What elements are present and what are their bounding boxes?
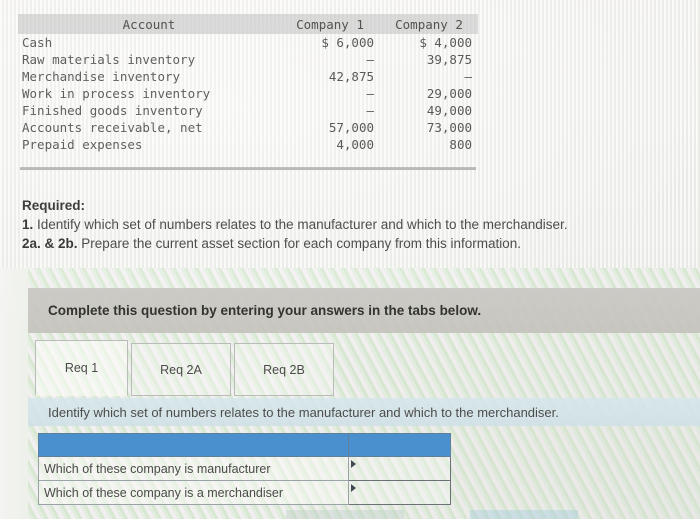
footer-button-left-partial[interactable]	[286, 510, 404, 519]
cell-account-name: Work in process inventory	[22, 86, 211, 101]
cell-company-1-value: 4,000	[336, 137, 374, 152]
cell-company-2-value: $ 4,000	[419, 35, 472, 50]
tab-req-3[interactable]: Req 2B	[234, 343, 334, 396]
required-item-1: 1. Identify which set of numbers relates…	[22, 215, 700, 234]
complete-question-text: Complete this question by entering your …	[48, 303, 482, 318]
cell-company-1-value: $ 6,000	[321, 35, 374, 50]
answer-grid: Which of these company is manufacturer Wh…	[38, 433, 451, 505]
complete-question-banner: Complete this question by entering your …	[28, 288, 700, 333]
table-row: Finished goods inventory – 49,000	[18, 102, 478, 119]
tab-label: Req 1	[64, 361, 99, 375]
tab-label: Req 2A	[160, 362, 202, 377]
accounts-data-table: Account Company 1 Company 2 Cash $ 6,000 $…	[18, 14, 478, 170]
table-row: Prepaid expenses 4,000 800	[18, 136, 478, 153]
cell-account-name: Accounts receivable, net	[22, 120, 203, 135]
cell-company-2-value: 800	[449, 137, 472, 152]
cell-company-2-value: 73,000	[426, 120, 472, 135]
table-bottom-rule	[20, 167, 476, 170]
footer-button-right-partial[interactable]	[470, 510, 578, 519]
required-item-1-number: 1.	[22, 217, 34, 232]
cell-company-2-value: 29,000	[426, 86, 472, 101]
cell-company-1-value: 57,000	[328, 120, 374, 135]
answer-grid-header-right	[348, 433, 451, 457]
answer-row-label: Which of these company is manufacturer	[38, 456, 349, 481]
answer-row: Which of these company is manufacturer	[38, 456, 451, 481]
answer-dropdown-cell[interactable]	[348, 456, 451, 481]
answer-row: Which of these company is a merchandiser	[38, 480, 451, 505]
answer-dropdown-cell[interactable]	[348, 480, 451, 505]
cell-company-1-value: 42,875	[328, 69, 374, 84]
required-item-2-number: 2a. & 2b.	[22, 236, 78, 251]
tab-req-2[interactable]: Req 2A	[131, 343, 231, 396]
column-header-company-2: Company 2	[380, 14, 478, 34]
table-row: Work in process inventory – 29,000	[18, 85, 478, 102]
table-row: Raw materials inventory – 39,875	[18, 51, 478, 68]
cell-company-2-value: –	[464, 69, 472, 84]
cell-account-name: Raw materials inventory	[22, 52, 196, 67]
column-header-company-1: Company 1	[280, 14, 380, 34]
table-row: Cash $ 6,000 $ 4,000	[18, 34, 478, 51]
required-item-2: 2a. & 2b. Prepare the current asset sect…	[22, 234, 700, 253]
screenshot-page: Account Company 1 Company 2 Cash $ 6,000 $…	[0, 0, 700, 519]
question-prompt-text: Identify which set of numbers relates to…	[48, 404, 559, 420]
answer-row-label: Which of these company is a merchandiser	[38, 480, 349, 505]
cell-account-name: Cash	[22, 35, 53, 50]
cell-account-name: Merchandise inventory	[22, 69, 181, 84]
cell-company-1-value: –	[366, 103, 374, 118]
requirement-tabs: Req 1 Req 2A Req 2B	[35, 340, 337, 396]
cell-company-2-value: 39,875	[426, 52, 472, 67]
cell-account-name: Finished goods inventory	[22, 103, 203, 118]
chevron-right-icon	[351, 460, 356, 468]
table-header-row: Account Company 1 Company 2	[18, 14, 478, 34]
table-row: Accounts receivable, net 57,000 73,000	[18, 119, 478, 136]
required-section: Required: 1. Identify which set of numbe…	[22, 196, 700, 253]
required-heading: Required:	[22, 198, 86, 213]
cell-company-1-value: –	[366, 52, 374, 67]
column-header-account: Account	[18, 14, 280, 34]
answer-grid-header-left	[38, 433, 349, 457]
question-prompt-band: Identify which set of numbers relates to…	[28, 398, 700, 426]
chevron-right-icon	[351, 484, 356, 492]
required-item-2-text: Prepare the current asset section for ea…	[81, 236, 522, 251]
cell-company-2-value: 49,000	[426, 103, 472, 118]
tab-req-1[interactable]: Req 1	[35, 340, 128, 396]
table-row: Merchandise inventory 42,875 –	[18, 68, 478, 85]
cell-company-1-value: –	[366, 86, 374, 101]
tab-label: Req 2B	[263, 362, 305, 377]
cell-account-name: Prepaid expenses	[22, 137, 143, 152]
required-item-1-text: Identify which set of numbers relates to…	[37, 217, 568, 232]
answer-grid-header-row	[38, 433, 451, 457]
